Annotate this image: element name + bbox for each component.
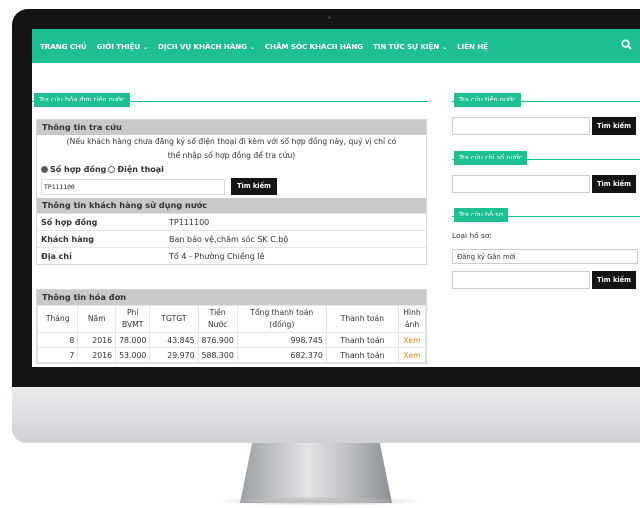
column-header: Năm [77, 305, 117, 333]
table-row: 8 2016 78.000 43.845 876.900 998.745 Tha… [36, 332, 426, 348]
meter-index-search-button[interactable]: Tìm kiếm [592, 175, 636, 193]
bill-fee: 78.000 [115, 332, 151, 348]
search-icon[interactable] [621, 39, 632, 50]
column-header: Hình ảnh [398, 305, 426, 333]
bill-water: 876.900 [197, 332, 238, 348]
monitor-chin [12, 387, 640, 443]
column-header: TGTGT [149, 305, 199, 333]
lookup-option-row: Số hợp đồng Điện thoại [37, 163, 426, 176]
table-row: Số hợp đồng TP111100 [37, 213, 426, 231]
stand-shadow [215, 496, 425, 506]
customer-value: Tổ 4 - Phường Chiềng lê [165, 247, 426, 264]
nav-item-contact[interactable]: LIÊN HỆ [457, 42, 488, 51]
customer-label: Khách hàng [37, 230, 165, 248]
bill-water: 588.300 [197, 347, 238, 363]
record-type-label: Loại hồ sơ: [452, 231, 492, 240]
table-row: Địa chỉ Tổ 4 - Phường Chiềng lê [37, 247, 426, 264]
sidebar-divider [452, 101, 640, 102]
sidebar-title-records: Tra cứu hồ sơ [454, 202, 508, 222]
lookup-panel: Thông tin tra cứu (Nếu khách hàng chưa đ… [36, 119, 427, 265]
customer-heading: Thông tin khách hàng sử dụng nước [37, 198, 426, 213]
nav-item-about[interactable]: GIỚI THIỆU ⌄ [97, 42, 148, 51]
bill-year: 2016 [77, 347, 117, 363]
column-header: Tổng thanh toán (đồng) [236, 305, 327, 333]
top-nav: TRANG CHỦ GIỚI THIỆU ⌄ DỊCH VỤ KHÁCH HÀNG… [32, 29, 640, 63]
column-header: Thanh toán [325, 305, 400, 333]
monitor-stand [240, 443, 392, 503]
bill-year: 2016 [77, 332, 117, 348]
nav-item-customer-services[interactable]: DỊCH VỤ KHÁCH HÀNG ⌄ [158, 42, 255, 51]
chevron-down-icon: ⌄ [143, 43, 148, 51]
radio-phone[interactable] [108, 166, 116, 173]
water-price-search-button[interactable]: Tìm kiếm [592, 117, 636, 135]
bill-month: 7 [36, 347, 79, 363]
section-divider [32, 101, 428, 102]
nav-item-customer-care[interactable]: CHĂM SÓC KHÁCH HÀNG [265, 42, 363, 51]
customer-label: Số hợp đồng [37, 213, 165, 231]
bill-total: 682.370 [236, 347, 327, 363]
bill-month: 8 [36, 332, 79, 348]
sidebar-title-meter-index: Tra cứu chỉ số nước [454, 145, 528, 165]
column-header: Phí BVMT [115, 305, 151, 333]
contract-input[interactable]: TP111100 [41, 178, 225, 195]
bill-vat: 29.970 [149, 347, 199, 363]
column-header: Tháng [36, 305, 79, 333]
customer-label: Địa chỉ [37, 247, 165, 264]
bills-panel: Thông tin hóa đơn Tháng Năm Phí BVMT TGT… [36, 289, 427, 364]
nav-item-home[interactable]: TRANG CHỦ [40, 42, 87, 51]
table-header-row: Tháng Năm Phí BVMT TGTGT Tiền Nước Tổng … [36, 305, 426, 333]
bills-heading: Thông tin hóa đơn [37, 290, 426, 305]
chevron-down-icon: ⌄ [442, 43, 448, 51]
bill-vat: 43.845 [149, 332, 199, 348]
nav-item-news[interactable]: TIN TỨC SỰ KIỆN ⌄ [373, 42, 447, 51]
screen: TRANG CHỦ GIỚI THIỆU ⌄ DỊCH VỤ KHÁCH HÀNG… [32, 29, 640, 367]
section-title: Tra cứu hóa đơn tiền nước [34, 87, 130, 107]
record-search-button[interactable]: Tìm kiếm [592, 271, 636, 289]
customer-value: Ban bảo vệ,chăm sóc SK C.bộ [165, 230, 426, 248]
lookup-note-1: (Nếu khách hàng chưa đăng ký số điện tho… [66, 137, 397, 146]
bill-view-link[interactable]: Xem [398, 332, 426, 348]
column-header: Tiền Nước [197, 305, 238, 333]
sidebar-divider [452, 159, 640, 160]
bill-fee: 53.000 [115, 347, 151, 363]
record-type-value: Đăng ký Gắn mới [457, 253, 516, 261]
sidebar-divider [452, 216, 640, 217]
table-row: Khách hàng Ban bảo vệ,chăm sóc SK C.bộ [37, 230, 426, 248]
chevron-down-icon: ⌄ [249, 43, 255, 51]
camera-dot [328, 16, 331, 19]
bills-table: Tháng Năm Phí BVMT TGTGT Tiền Nước Tổng … [36, 305, 426, 363]
lookup-heading: Thông tin tra cứu [37, 120, 426, 135]
bill-view-link[interactable]: Xem [398, 347, 426, 363]
radio-contract[interactable] [41, 166, 48, 173]
customer-value: TP111100 [165, 213, 426, 231]
radio-contract-label[interactable]: Số hợp đồng [50, 165, 106, 174]
radio-phone-label[interactable]: Điện thoại [117, 165, 164, 174]
meter-index-input[interactable] [452, 175, 590, 193]
lookup-input-row: TP111100 Tìm kiếm [37, 176, 426, 198]
table-row: 7 2016 53.000 29.970 588.300 682.370 Tha… [36, 347, 426, 363]
lookup-search-button[interactable]: Tìm kiếm [231, 178, 277, 195]
bill-total: 998.745 [236, 332, 327, 348]
customer-table: Số hợp đồng TP111100 Khách hàng Ban bảo … [37, 213, 426, 264]
record-code-input[interactable] [452, 271, 590, 289]
record-type-select[interactable]: Đăng ký Gắn mới [452, 249, 638, 264]
bill-status: Thanh toán [325, 347, 400, 363]
lookup-note-2: thể nhập số hợp đồng để tra cứu) [167, 151, 296, 160]
bill-status: Thanh toán [325, 332, 400, 348]
water-price-input[interactable] [452, 117, 590, 135]
sidebar-title-water-price: Tra cứu tiền nước [454, 87, 521, 107]
